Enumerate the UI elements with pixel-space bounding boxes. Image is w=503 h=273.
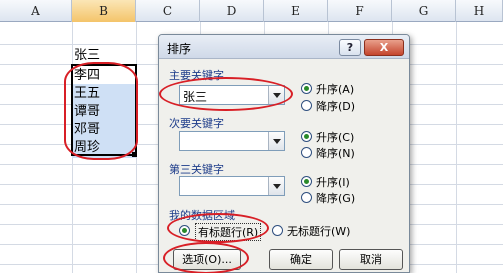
column-header-row: A B C D E F G H [0, 0, 503, 22]
column-header-a[interactable]: A [0, 0, 72, 22]
tertiary-desc-label: 降序(G) [316, 192, 356, 205]
secondary-asc-label: 升序(C) [316, 131, 355, 144]
dialog-title: 排序 [167, 42, 192, 56]
column-header-g[interactable]: G [392, 0, 456, 22]
highlight-ring-header-row [167, 213, 269, 243]
help-button[interactable]: ? [339, 39, 361, 56]
column-header-e[interactable]: E [264, 0, 328, 22]
tertiary-desc-radio[interactable] [301, 192, 312, 203]
column-header-f[interactable]: F [328, 0, 392, 22]
close-button[interactable]: X [364, 39, 404, 56]
primary-asc-radio[interactable] [301, 83, 312, 94]
highlight-ring-names [64, 62, 138, 160]
secondary-key-select[interactable] [179, 131, 285, 151]
cancel-button[interactable]: 取消 [339, 249, 403, 270]
primary-asc-label: 升序(A) [316, 83, 355, 96]
ok-button[interactable]: 确定 [269, 249, 333, 270]
chevron-down-icon[interactable] [268, 177, 284, 195]
highlight-ring-primary-key [159, 77, 293, 111]
column-header-h[interactable]: H [456, 0, 503, 22]
tertiary-key-label: 第三关键字 [169, 163, 224, 176]
no-header-label: 无标题行(W) [287, 225, 351, 238]
column-header-d[interactable]: D [200, 0, 264, 22]
column-header-b[interactable]: B [72, 0, 136, 22]
highlight-ring-options [163, 242, 249, 273]
secondary-desc-label: 降序(N) [316, 147, 355, 160]
sort-dialog: 排序 ? X 主要关键字 张三 升序(A) 降序(D) 次要关键字 升序(C) … [158, 34, 410, 273]
fill-handle[interactable] [132, 152, 137, 157]
primary-desc-label: 降序(D) [316, 100, 356, 113]
no-header-radio[interactable] [272, 225, 283, 236]
tertiary-asc-radio[interactable] [301, 176, 312, 187]
tertiary-key-select[interactable] [179, 176, 285, 196]
column-header-c[interactable]: C [136, 0, 200, 22]
secondary-key-label: 次要关键字 [169, 117, 224, 130]
primary-desc-radio[interactable] [301, 100, 312, 111]
dialog-titlebar[interactable]: 排序 ? X [159, 35, 409, 59]
secondary-desc-radio[interactable] [301, 147, 312, 158]
tertiary-asc-label: 升序(I) [316, 176, 350, 189]
secondary-asc-radio[interactable] [301, 131, 312, 142]
chevron-down-icon[interactable] [268, 132, 284, 150]
